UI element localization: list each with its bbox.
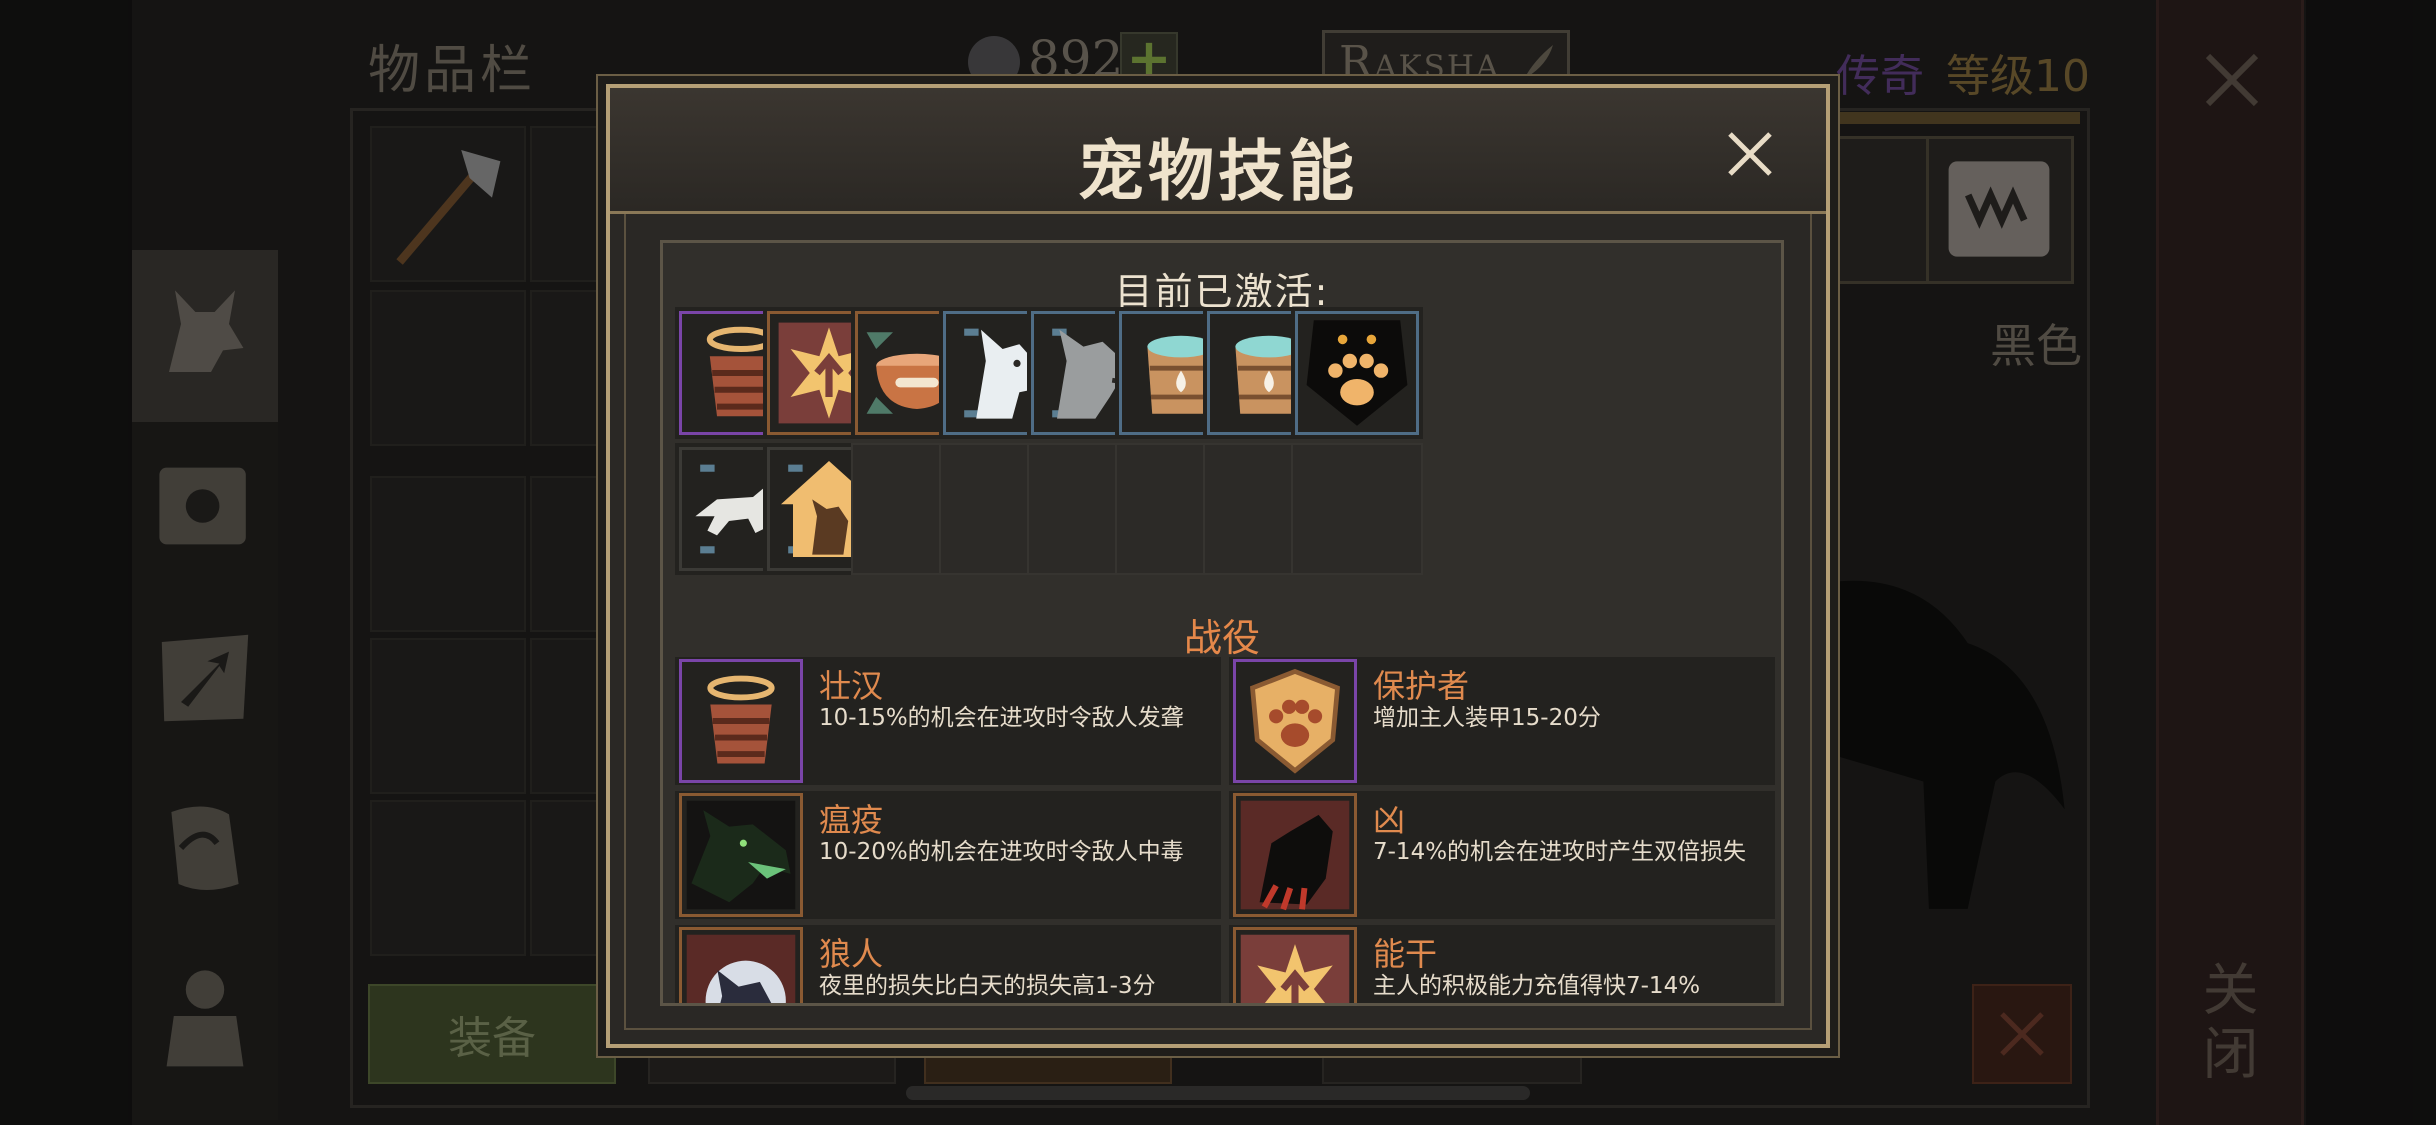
- skill-row-brute[interactable]: 壮汉 10-15%的机会在进攻时令敌人发聋: [675, 657, 1221, 785]
- shadow-paw-icon: [1306, 320, 1408, 426]
- skill-name: 能干: [1373, 935, 1438, 973]
- brute-icon: [707, 675, 775, 764]
- skill-row-plague[interactable]: 瘟疫 10-20%的机会在进攻时令敌人中毒: [675, 791, 1221, 919]
- skill-description: 10-15%的机会在进攻时令敌人发聋: [819, 705, 1184, 731]
- pet-skills-dialog: 宠物技能 目前已激活: 战役 壮汉 10-15%的机会在进攻时令敌人发聋 保护者…: [606, 84, 1830, 1048]
- skill-description: 增加主人装甲15-20分: [1373, 705, 1601, 731]
- plague-wolf-icon: [686, 800, 796, 910]
- skill-description: 主人的积极能力充值得快7-14%: [1373, 973, 1701, 999]
- skill-row-fierce[interactable]: 凶 7-14%的机会在进攻时产生双倍损失: [1229, 791, 1775, 919]
- skill-row-protector[interactable]: 保护者 增加主人装甲15-20分: [1229, 657, 1775, 785]
- skill-description: 夜里的损失比白天的损失高1-3分: [819, 973, 1156, 999]
- battle-section-label: 战役: [1183, 616, 1260, 660]
- skill-description: 10-20%的机会在进攻时令敌人中毒: [819, 839, 1184, 865]
- skills-content: 目前已激活: 战役 壮汉 10-15%的机会在进攻时令敌人发聋 保护者 增加主人…: [660, 240, 1784, 1006]
- dialog-title: 宠物技能: [1078, 133, 1358, 210]
- werewolf-moon-icon: [686, 934, 796, 1003]
- skill-name: 狼人: [819, 935, 884, 973]
- paw-shield-icon: [1250, 668, 1340, 774]
- active-skill-slot[interactable]: [1291, 307, 1423, 439]
- skill-row-werewolf[interactable]: 狼人 夜里的损失比白天的损失高1-3分: [675, 925, 1221, 1003]
- skill-row-capable[interactable]: 能干 主人的积极能力充值得快7-14%: [1229, 925, 1775, 1003]
- claw-icon: [1240, 800, 1350, 911]
- skill-name: 壮汉: [819, 667, 884, 705]
- skill-name: 保护者: [1373, 667, 1470, 705]
- close-dialog-icon[interactable]: [1720, 124, 1780, 184]
- skill-description: 7-14%的机会在进攻时产生双倍损失: [1373, 839, 1747, 865]
- energetic-sun-icon: [1240, 934, 1350, 1003]
- skill-name: 瘟疫: [819, 801, 884, 839]
- skill-name: 凶: [1373, 801, 1406, 839]
- dialog-header: 宠物技能: [610, 88, 1826, 214]
- empty-skill-slot: [1291, 443, 1423, 575]
